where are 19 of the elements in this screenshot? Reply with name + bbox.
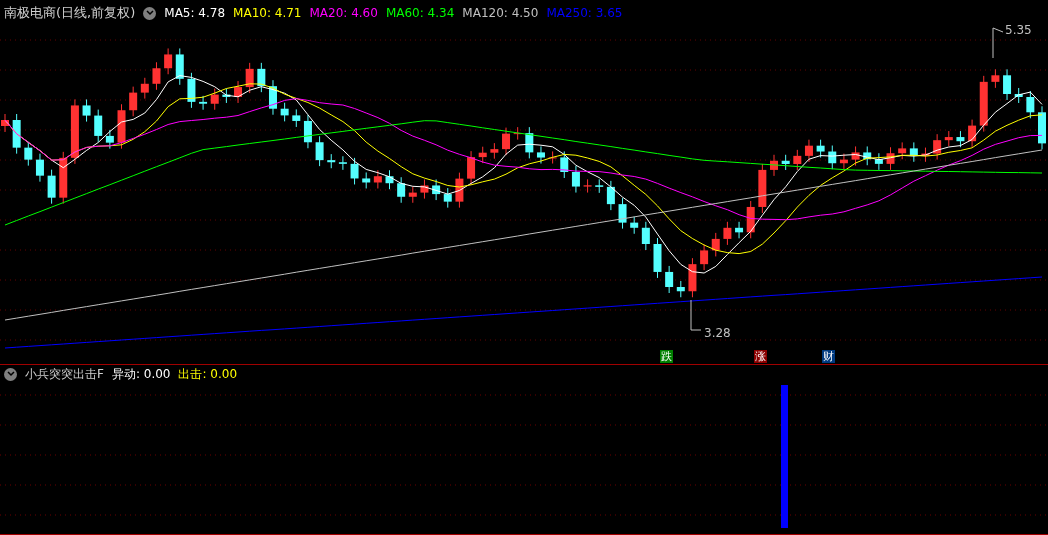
low-price-label: 3.28 [704, 325, 731, 342]
indicator-value: MA10: 4.71 [233, 5, 302, 22]
indicator-value: MA60: 4.34 [385, 5, 455, 22]
indicator-value: MA120: 4.50 [462, 5, 539, 22]
signal-marker: 涨 [754, 350, 767, 363]
indicator-value: MA5: 4.78 [164, 5, 226, 22]
leader-line [992, 27, 1004, 59]
chart-title: 南极电商(日线,前复权) [4, 4, 136, 23]
signal-marker: 财 [822, 350, 835, 363]
indicator-value: 出击: 0.00 [178, 366, 238, 383]
leader-line [690, 299, 702, 331]
dropdown-icon[interactable] [143, 6, 157, 20]
signal-marker: 跌 [660, 350, 673, 363]
indicator-value: 异动: 0.00 [111, 366, 171, 383]
indicator-value: MA250: 3.65 [546, 5, 623, 22]
dropdown-icon[interactable] [4, 367, 17, 381]
high-price-label: 5.35 [1005, 22, 1032, 39]
indicator-title: 小兵突突出击F [25, 366, 104, 383]
indicator-value: MA20: 4.60 [309, 5, 378, 22]
